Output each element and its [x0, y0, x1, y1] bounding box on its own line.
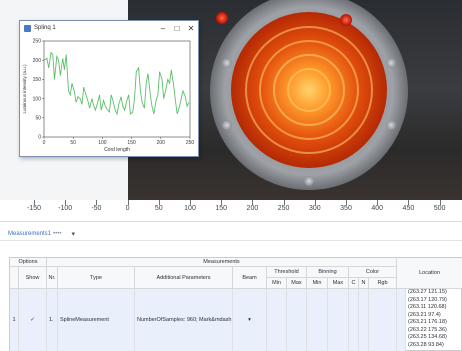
header-color-n[interactable]: N — [359, 278, 369, 289]
ruler-tick-label: 300 — [308, 205, 321, 212]
row-threshold-min[interactable] — [267, 289, 287, 351]
tab-dropdown-icon[interactable]: ▾ — [71, 230, 75, 238]
y-tick-label: 0 — [38, 135, 41, 141]
ruler-tick-label: -50 — [91, 205, 102, 212]
header-binning-max[interactable]: Max — [328, 278, 349, 289]
x-tick-label: 0 — [43, 140, 46, 146]
y-axis-label: Luminous intensity (a.u.) — [22, 64, 27, 114]
tab-strip: Measurements1 •••• ▾ — [0, 227, 462, 241]
row-color-n[interactable] — [359, 289, 369, 351]
indicator-light — [340, 14, 352, 26]
ruler-tick-label: 200 — [246, 205, 259, 212]
row-color-c[interactable] — [349, 289, 359, 351]
table-row[interactable]: 1 ✓ 1. SplineMeasurement NumberOfSamples… — [10, 289, 406, 351]
row-beam-select[interactable]: ▾ — [233, 289, 267, 351]
x-tick-label: 100 — [98, 140, 107, 146]
row-index: 1 — [10, 289, 19, 351]
header-beam[interactable]: Beam — [233, 267, 267, 289]
header-group-threshold: Threshold — [267, 267, 307, 278]
intensity-plot-window[interactable]: Splinq 1 – □ ✕ 0 50 100 150 200 250 0 50 100 150 2… — [19, 20, 199, 157]
intensity-chart: 0 50 100 150 200 250 0 50 100 150 200 250 Cord lengt… — [22, 39, 195, 153]
tab-measurements[interactable]: Measurements1 — [8, 231, 51, 237]
horizontal-ruler: -150 -100 -50 0 50 100 150 200 250 300 350 400 450 50… — [0, 200, 462, 222]
header-group-color: Color — [349, 267, 397, 278]
header-additional-parameters[interactable]: Additional Parameters — [135, 267, 233, 289]
ruler-tick-label: 450 — [402, 205, 415, 212]
plot-window-titlebar[interactable]: Splinq 1 – □ ✕ — [20, 21, 198, 35]
x-axis-label: Cord length — [104, 147, 130, 153]
housing-bolt — [386, 58, 396, 68]
row-additional-parameters[interactable]: NumberOfSamples: 960; Mark&mdash; — [135, 289, 233, 351]
lens-ring — [287, 68, 331, 112]
row-color-rgb[interactable] — [369, 289, 397, 351]
x-tick-label: 150 — [127, 140, 136, 146]
ruler-tick-label: 100 — [184, 205, 196, 212]
row-threshold-max[interactable] — [287, 289, 307, 351]
indicator-light — [216, 12, 228, 24]
location-entry: (263.21 176.18) — [408, 319, 447, 325]
x-tick-label: 250 — [186, 140, 195, 146]
row-binning-min[interactable] — [307, 289, 328, 351]
header-color-rgb[interactable]: Rgb — [369, 278, 397, 289]
ruler-tick-label: 0 — [125, 205, 130, 212]
header-show[interactable]: Show — [19, 267, 47, 289]
tab-handle-icon: •••• — [53, 230, 62, 237]
location-entry: (263.21 97.4) — [408, 311, 441, 318]
x-tick-label: 200 — [157, 140, 166, 146]
row-location-list: (263.27 121.15) (263.17 120.79) (263.11 … — [406, 289, 462, 349]
header-group-measurements: Measurements — [47, 258, 397, 267]
header-group-binning: Binning — [307, 267, 349, 278]
location-entry: (263.25 134.68) — [408, 334, 447, 340]
row-show-checkbox[interactable]: ✓ — [19, 289, 47, 351]
minimize-button[interactable]: – — [156, 21, 170, 35]
location-entry: (263.22 175.36) — [408, 326, 447, 333]
header-number[interactable]: Nr. — [47, 267, 58, 289]
location-entry: (263.27 121.15) — [408, 289, 447, 295]
ruler-tick-label: -150 — [26, 205, 42, 212]
header-group-options: Options — [10, 258, 47, 267]
row-binning-max[interactable] — [328, 289, 349, 351]
location-entry: (263.28 93.84) — [408, 341, 444, 348]
header-index — [10, 267, 19, 289]
maximize-button[interactable]: □ — [170, 21, 184, 35]
y-tick-label: 150 — [33, 77, 42, 83]
housing-bolt — [386, 120, 396, 130]
row-number: 1. — [47, 289, 58, 351]
measurement-table: Options Measurements Location Show Nr. T… — [9, 257, 462, 351]
ruler-tick-label: 350 — [340, 205, 352, 212]
location-entry: (263.17 120.79) — [408, 296, 447, 303]
housing-bolt — [304, 176, 314, 186]
ruler-tick-label: 400 — [371, 205, 384, 212]
location-entry: (263.11 120.68) — [408, 304, 447, 310]
y-tick-label: 200 — [33, 58, 42, 64]
x-tick-label: 50 — [70, 140, 76, 146]
ruler-tick-label: 500 — [433, 205, 446, 212]
header-threshold-min[interactable]: Min — [267, 278, 287, 289]
header-type[interactable]: Type — [58, 267, 135, 289]
header-threshold-max[interactable]: Max — [287, 278, 307, 289]
y-tick-label: 250 — [33, 39, 42, 45]
app-icon — [24, 24, 31, 32]
ruler-tick-label: -100 — [58, 205, 73, 212]
ruler-tick-label: 50 — [154, 205, 163, 212]
y-tick-label: 50 — [35, 116, 41, 122]
close-button[interactable]: ✕ — [184, 21, 198, 35]
header-location[interactable]: Location — [397, 258, 462, 289]
row-type[interactable]: SplineMeasurement — [58, 289, 135, 351]
housing-bolt — [222, 120, 232, 130]
ruler-tick-label: 250 — [277, 205, 290, 212]
row-location-scroll[interactable] — [397, 289, 406, 351]
header-binning-min[interactable]: Min — [307, 278, 328, 289]
housing-bolt — [222, 58, 232, 68]
ruler-tick-label: 150 — [215, 205, 228, 212]
header-color-c[interactable]: C — [349, 278, 359, 289]
plot-window-title: Splinq 1 — [34, 25, 56, 31]
y-tick-label: 100 — [33, 96, 42, 102]
